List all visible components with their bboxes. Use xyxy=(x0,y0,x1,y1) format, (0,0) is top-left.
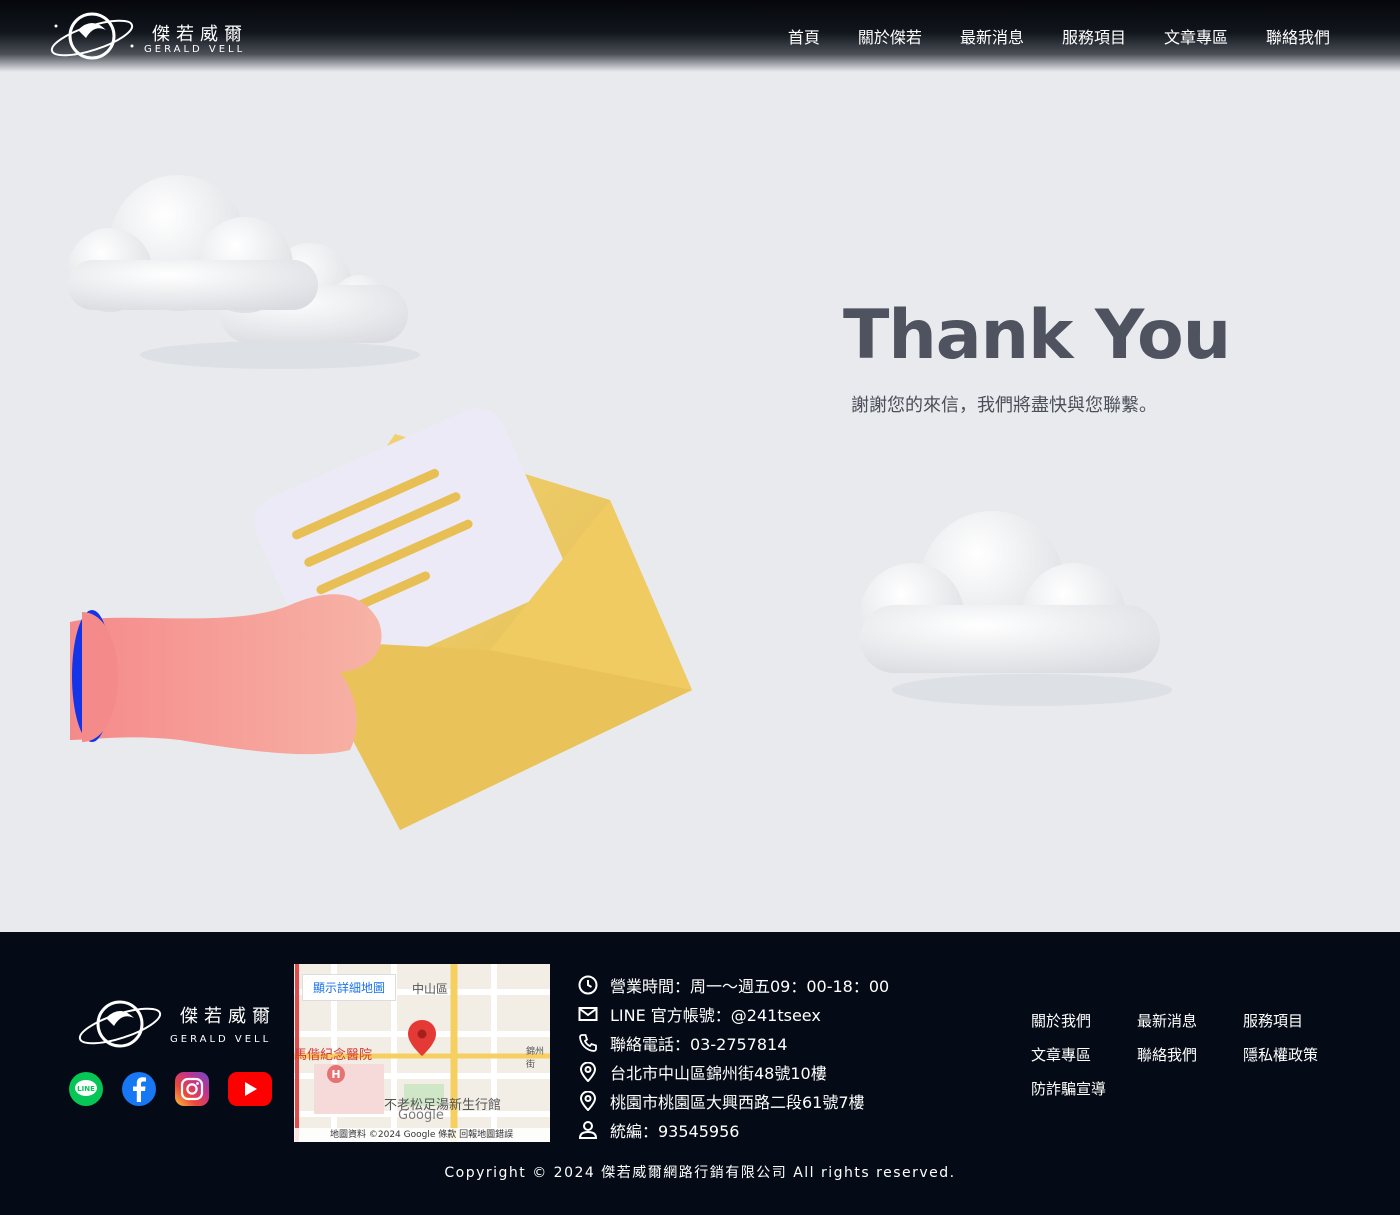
info-text: 聯絡電話：03-2757814 xyxy=(610,1034,788,1054)
nav-articles[interactable]: 文章專區 xyxy=(1164,24,1228,48)
info-text: 台北市中山區錦州街48號10樓 xyxy=(610,1063,827,1083)
info-text: 桃園市桃園區大興西路二段61號7樓 xyxy=(610,1092,865,1112)
location-icon xyxy=(579,1061,597,1082)
footer-link-about[interactable]: 關於我們 xyxy=(1031,1010,1137,1030)
instagram-icon[interactable] xyxy=(175,1072,209,1106)
nav-home[interactable]: 首頁 xyxy=(788,24,820,48)
footer-logo[interactable]: 傑若威爾 GERALD VELL xyxy=(76,994,276,1054)
footer-link-news[interactable]: 最新消息 xyxy=(1137,1010,1243,1030)
planet-logo-icon xyxy=(50,12,134,60)
thank-you-subtitle: 謝謝您的來信，我們將盡快與您聯繫。 xyxy=(851,395,1157,416)
info-text: 統編：93545956 xyxy=(610,1121,740,1141)
line-icon[interactable]: LINE xyxy=(69,1072,103,1106)
hand-envelope-illustration xyxy=(70,408,692,830)
footer-links: 關於我們 最新消息 服務項目 文章專區 聯絡我們 隱私權政策 防詐騙宣導 xyxy=(1031,1010,1349,1098)
info-row-line: LINE 官方帳號：@241tseex xyxy=(578,999,889,1028)
footer-link-anti-fraud[interactable]: 防詐騙宣導 xyxy=(1031,1078,1137,1098)
mail-icon xyxy=(578,1006,598,1021)
footer-logo-english-text: GERALD VELL xyxy=(170,1034,272,1045)
youtube-icon[interactable] xyxy=(228,1072,272,1106)
info-text: 營業時間：周一～週五09：00-18：00 xyxy=(610,976,890,996)
cloud-illustration xyxy=(68,175,420,369)
clock-icon xyxy=(578,975,598,994)
svg-text:H: H xyxy=(331,1068,340,1081)
info-row-phone: 聯絡電話：03-2757814 xyxy=(578,1028,889,1057)
site-footer: 傑若威爾 GERALD VELL LINE H 顯示詳細地圖 中山區 馬偕紀念醫… xyxy=(0,932,1400,1215)
info-text: LINE 官方帳號：@241tseex xyxy=(610,1005,821,1025)
social-links: LINE xyxy=(69,1072,291,1106)
planet-logo-icon xyxy=(78,1000,162,1048)
map-label-district: 中山區 xyxy=(412,982,449,996)
map-credit: 地圖資料 ©2024 Google 條款 回報地圖錯誤 xyxy=(294,1128,550,1142)
footer-link-articles[interactable]: 文章專區 xyxy=(1031,1044,1137,1064)
info-row-hours: 營業時間：周一～週五09：00-18：00 xyxy=(578,970,889,999)
site-logo[interactable]: 傑若威爾 GERALD VELL xyxy=(48,6,248,66)
google-map-embed[interactable]: H 顯示詳細地圖 中山區 馬偕紀念醫院 不老松足湯新生行館 錦州街 Google… xyxy=(294,964,550,1142)
logo-chinese-text: 傑若威爾 xyxy=(152,24,248,45)
map-google-watermark: Google xyxy=(398,1108,444,1123)
map-label-street: 錦州街 xyxy=(526,1047,545,1070)
footer-link-privacy[interactable]: 隱私權政策 xyxy=(1243,1044,1349,1064)
main-nav: 首頁 關於傑若 最新消息 服務項目 文章專區 聯絡我們 xyxy=(750,24,1330,48)
info-row-tax-id: 統編：93545956 xyxy=(578,1115,889,1144)
nav-services[interactable]: 服務項目 xyxy=(1062,24,1126,48)
contact-info: 營業時間：周一～週五09：00-18：00 LINE 官方帳號：@241tsee… xyxy=(578,970,889,1144)
map-view-larger-button[interactable]: 顯示詳細地圖 xyxy=(302,974,397,1001)
nav-about[interactable]: 關於傑若 xyxy=(858,24,922,48)
thank-you-title: Thank You xyxy=(843,296,1231,375)
logo-english-text: GERALD VELL xyxy=(144,44,246,55)
nav-news[interactable]: 最新消息 xyxy=(960,24,1024,48)
footer-link-contact[interactable]: 聯絡我們 xyxy=(1137,1044,1243,1064)
footer-logo-chinese-text: 傑若威爾 xyxy=(180,1006,276,1027)
facebook-icon[interactable] xyxy=(122,1072,156,1106)
svg-text:LINE: LINE xyxy=(77,1085,95,1093)
map-label-hospital: 馬偕紀念醫院 xyxy=(294,1048,373,1063)
info-row-address-taipei: 台北市中山區錦州街48號10樓 xyxy=(578,1057,889,1086)
phone-icon xyxy=(579,1033,597,1052)
nav-contact[interactable]: 聯絡我們 xyxy=(1266,24,1330,48)
copyright-text: Copyright © 2024 傑若威爾網路行銷有限公司 All rights… xyxy=(444,1165,956,1181)
info-row-address-taoyuan: 桃園市桃園區大興西路二段61號7樓 xyxy=(578,1086,889,1115)
location-icon xyxy=(579,1090,597,1111)
footer-link-services[interactable]: 服務項目 xyxy=(1243,1010,1349,1030)
person-icon xyxy=(578,1120,598,1139)
cloud-illustration-right xyxy=(860,511,1172,706)
site-header: 傑若威爾 GERALD VELL 首頁 關於傑若 最新消息 服務項目 文章專區 … xyxy=(0,0,1400,72)
